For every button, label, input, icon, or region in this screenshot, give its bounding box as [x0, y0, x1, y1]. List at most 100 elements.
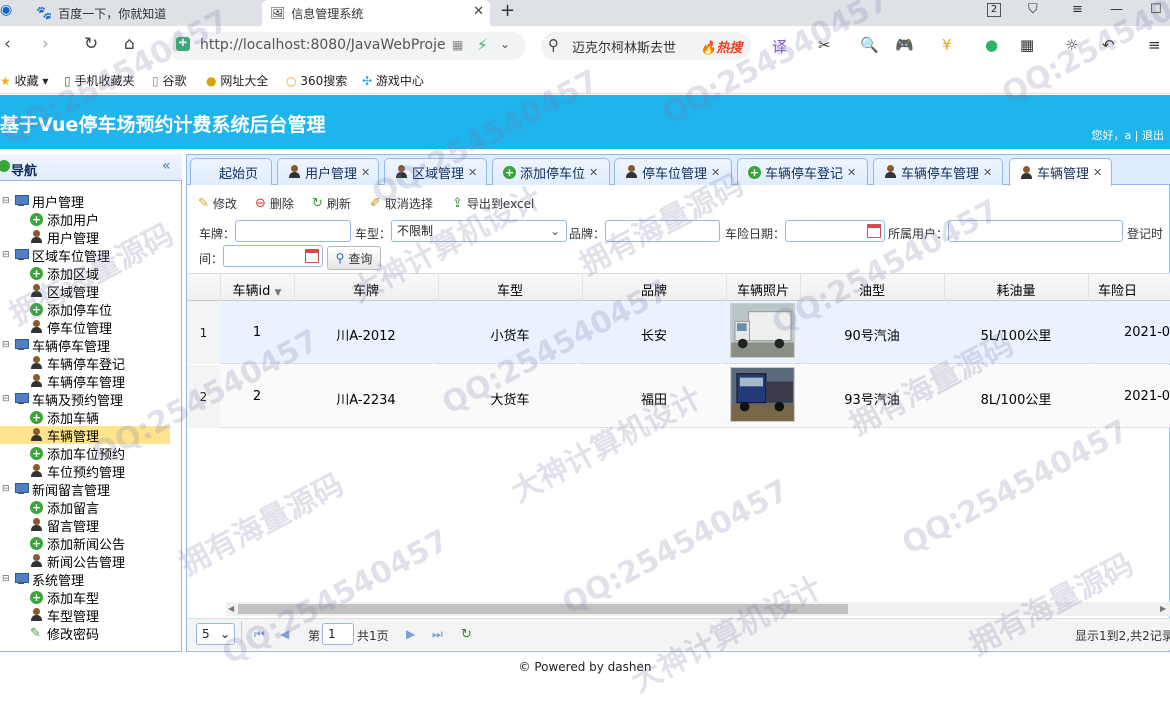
query-button[interactable]: ⚲ 查询 — [327, 246, 381, 270]
sidebar-item[interactable]: 车辆停车登记 — [0, 354, 160, 373]
scrollbar-thumb[interactable] — [238, 604, 848, 614]
col-header-insurance[interactable]: 车险日 — [1098, 280, 1137, 299]
cancel-selection-button[interactable]: ✐ 取消选择 — [370, 194, 433, 212]
search-suggestion-text[interactable]: 迈克尔柯林斯去世 — [572, 37, 676, 56]
sidebar-item[interactable]: 车辆管理 — [0, 426, 170, 445]
col-header-photo[interactable]: 车辆照片 — [726, 280, 800, 299]
last-page-icon[interactable]: ⏭ — [432, 627, 443, 642]
game-icon[interactable]: 🎮 — [895, 36, 914, 54]
forward-icon[interactable]: › — [42, 34, 49, 54]
tree-expander-icon[interactable]: ⊟ — [2, 574, 10, 584]
vehicle-photo[interactable] — [730, 367, 795, 422]
home-icon[interactable]: ⌂ — [124, 34, 135, 54]
tab-parking-manage[interactable]: 车辆停车管理 ✕ — [873, 158, 1003, 185]
sidebar-item[interactable]: + 添加新闻公告 — [0, 534, 160, 553]
sidebar-item[interactable]: + 添加用户 — [0, 210, 160, 229]
sidebar-item[interactable]: 车辆停车管理 — [0, 372, 160, 391]
sidebar-item[interactable]: + 添加车型 — [0, 588, 160, 607]
sidebar-item[interactable]: + 添加区域 — [0, 264, 160, 283]
col-header-fuel[interactable]: 油型 — [800, 280, 944, 299]
tab-space-manage[interactable]: 停车位管理 ✕ — [614, 158, 732, 185]
sidebar-group[interactable]: 用户管理 — [14, 192, 84, 211]
plate-filter-input[interactable] — [235, 220, 351, 242]
tree-expander-icon[interactable]: ⊟ — [2, 340, 10, 350]
bookmark-360[interactable]: ○ 360搜索 — [286, 72, 347, 89]
close-icon[interactable]: ✕ — [468, 166, 477, 179]
sidebar-item[interactable]: 区域管理 — [0, 282, 160, 301]
edit-button[interactable]: ✎ 修改 — [198, 194, 237, 212]
owner-filter-input[interactable] — [948, 220, 1123, 242]
sidebar-item[interactable]: 新闻公告管理 — [0, 552, 160, 571]
calendar-icon[interactable] — [867, 224, 881, 238]
first-page-icon[interactable]: ⏮ — [254, 627, 265, 642]
shirt-icon[interactable]: ⛉ — [1028, 2, 1038, 17]
sidebar-group[interactable]: 区域车位管理 — [14, 246, 110, 265]
col-header-plate[interactable]: 车牌 — [294, 280, 438, 299]
tab-parking-register[interactable]: + 车辆停车登记 ✕ — [737, 158, 868, 185]
minimize-icon[interactable]: — — [1110, 2, 1123, 17]
calendar-icon[interactable] — [305, 249, 319, 263]
bookmark-favorites[interactable]: ★ 收藏 ▾ — [0, 72, 48, 89]
close-icon[interactable]: ✕ — [847, 166, 856, 179]
sidebar-item[interactable]: + 添加车位预约 — [0, 444, 160, 463]
tab-add-space[interactable]: + 添加停车位 ✕ — [492, 158, 610, 185]
tree-expander-icon[interactable]: ⊟ — [2, 394, 10, 404]
menu-icon[interactable]: ≡ — [1072, 2, 1083, 17]
sidebar-item[interactable]: + 添加停车位 — [0, 300, 160, 319]
close-icon[interactable]: ✕ — [361, 166, 370, 179]
sidebar-item[interactable]: + 添加车辆 — [0, 408, 160, 427]
delete-button[interactable]: ⊖ 删除 — [255, 194, 294, 212]
user-logout-link[interactable]: 您好，a | 退出 — [1092, 127, 1164, 143]
tab-vehicle-manage[interactable]: 车辆管理 ✕ — [1009, 158, 1112, 186]
scroll-right-icon[interactable]: ▶ — [1160, 604, 1166, 613]
tree-expander-icon[interactable]: ⊟ — [2, 250, 10, 260]
tree-expander-icon[interactable]: ⊟ — [2, 196, 10, 206]
sidebar-item[interactable]: 车型管理 — [0, 606, 160, 625]
qr-icon[interactable]: ▦ — [452, 38, 463, 52]
sidebar-item[interactable]: 停车位管理 — [0, 318, 160, 337]
money-icon[interactable]: ¥ — [942, 36, 952, 54]
tab-count-badge[interactable]: 2 — [987, 3, 1001, 17]
next-page-icon[interactable]: ▶ — [406, 627, 415, 641]
back-icon[interactable]: ‹ — [4, 34, 11, 54]
regtime-input[interactable] — [223, 245, 323, 267]
extension-icon[interactable]: ● — [985, 36, 998, 54]
collapse-sidebar-icon[interactable]: « — [162, 158, 171, 174]
sidebar-item[interactable]: ✎ 修改密码 — [0, 624, 160, 643]
tree-expander-icon[interactable]: ⊟ — [2, 484, 10, 494]
tab-user-manage[interactable]: 用户管理 ✕ — [277, 158, 379, 185]
type-filter-select[interactable]: 不限制 ⌄ — [391, 220, 567, 242]
insurance-date-input[interactable] — [785, 220, 885, 242]
col-header-id[interactable]: 车辆id ▼ — [220, 280, 294, 299]
brand-filter-input[interactable] — [605, 220, 720, 242]
sidebar-item[interactable]: + 添加留言 — [0, 498, 160, 517]
tab-area-manage[interactable]: 区域管理 ✕ — [384, 158, 487, 185]
col-header-brand[interactable]: 品牌 — [582, 280, 726, 299]
sidebar-group[interactable]: 车辆停车管理 — [14, 336, 110, 355]
close-icon[interactable]: ✕ — [589, 166, 598, 179]
hamburger-menu-icon[interactable]: ≡ — [1148, 36, 1161, 54]
reload-page-icon[interactable]: ↻ — [461, 627, 472, 642]
sidebar-item[interactable]: 车位预约管理 — [0, 462, 160, 481]
bookmark-mobile[interactable]: ▯ 手机收藏夹 — [64, 72, 134, 89]
refresh-button[interactable]: ↻ 刷新 — [312, 194, 351, 212]
apps-grid-icon[interactable]: ▦ — [1020, 36, 1034, 54]
search-icon[interactable]: ⚲ — [548, 36, 559, 54]
scroll-left-icon[interactable]: ◀ — [228, 604, 234, 613]
close-icon[interactable]: ✕ — [1093, 166, 1102, 179]
sidebar-group[interactable]: 车辆及预约管理 — [14, 390, 123, 409]
sidebar-group[interactable]: 系统管理 — [14, 570, 84, 589]
chevron-down-icon[interactable]: ⌄ — [500, 37, 510, 51]
bookmark-nav[interactable]: ● 网址大全 — [206, 72, 268, 89]
close-icon[interactable]: ✕ — [711, 166, 720, 179]
sidebar-item[interactable]: 用户管理 — [0, 228, 160, 247]
browser-tab-baidu[interactable]: 🐾 百度一下，你就知道 — [36, 0, 261, 26]
export-excel-button[interactable]: ⇪ 导出到excel — [452, 194, 534, 212]
url-text[interactable]: http://localhost:8080/JavaWebProje — [200, 37, 446, 53]
close-tab-icon[interactable]: ✕ — [473, 4, 484, 19]
hot-search-label[interactable]: 🔥热搜 — [700, 37, 742, 56]
col-header-consumption[interactable]: 耗油量 — [944, 280, 1088, 299]
brightness-icon[interactable]: ☼ — [1065, 36, 1078, 54]
bookmark-google[interactable]: ▯ 谷歌 — [152, 72, 186, 89]
search-tool-icon[interactable]: 🔍 — [860, 36, 879, 54]
